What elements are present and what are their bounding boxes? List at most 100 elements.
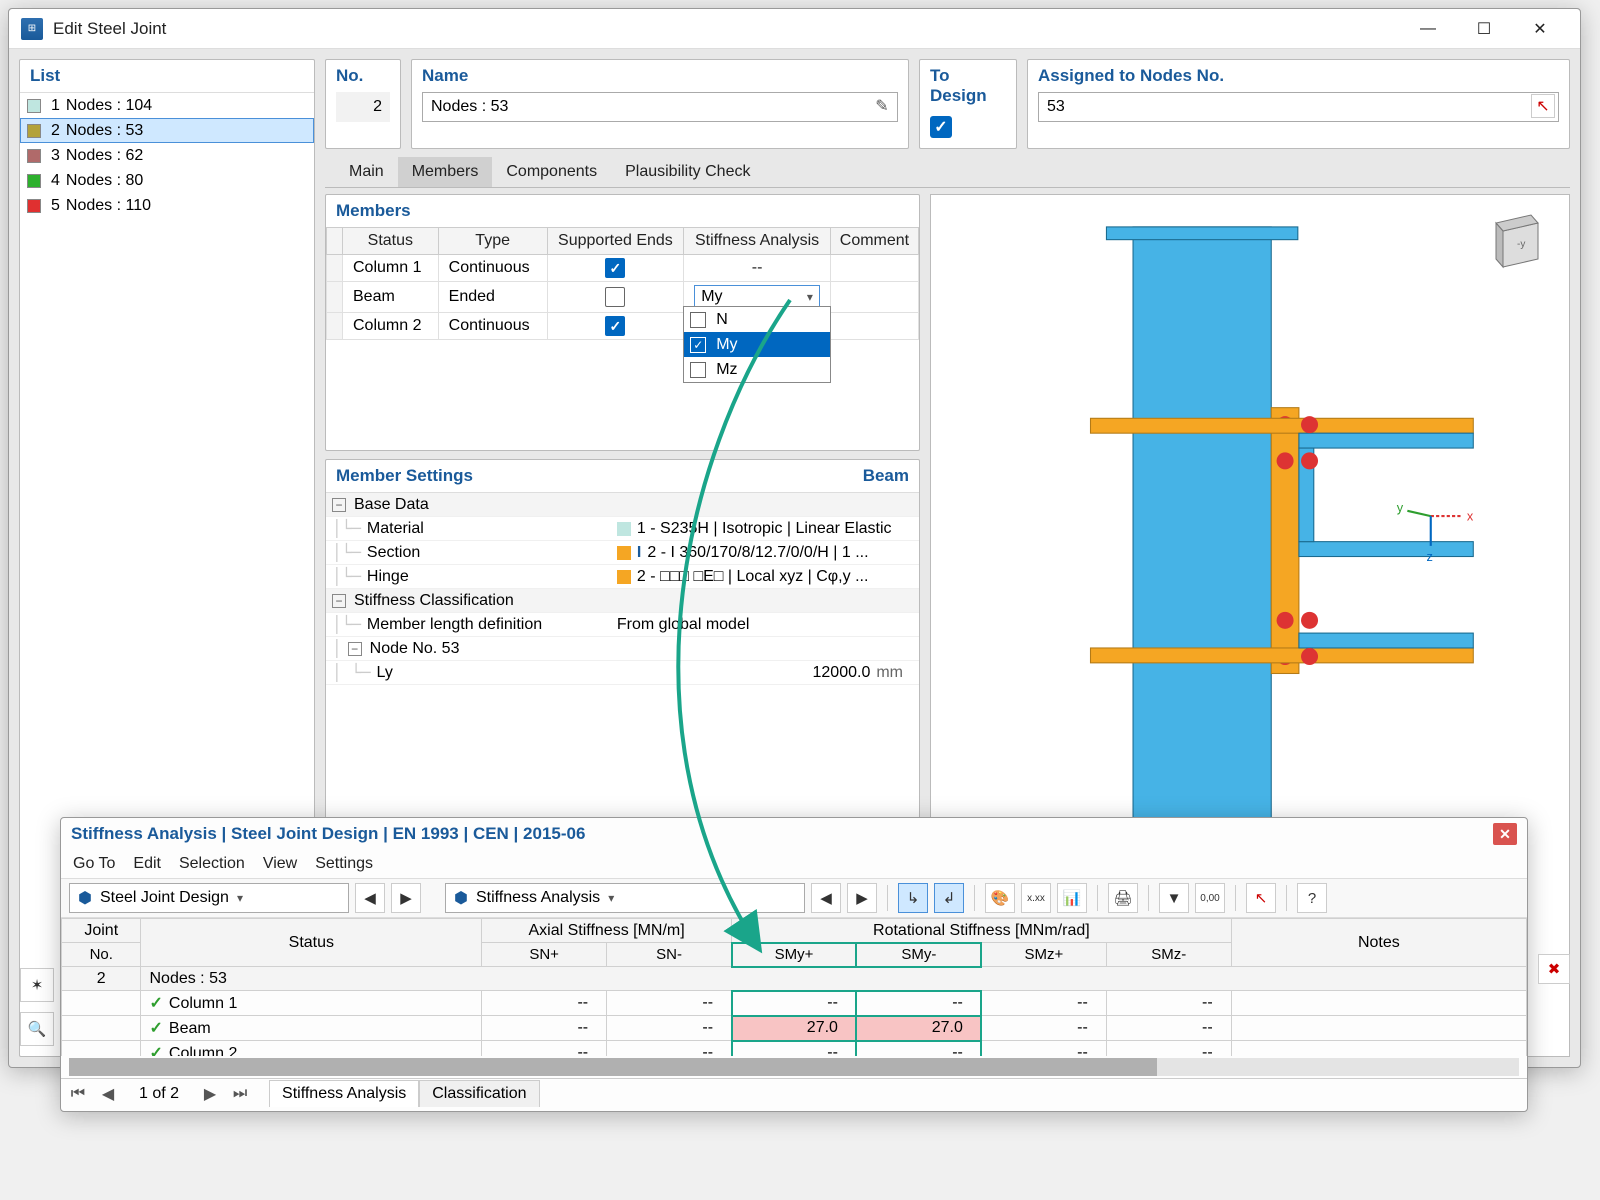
toggle-b-button[interactable]: ↲	[934, 883, 964, 913]
members-table: Status Type Supported Ends Stiffness Ana…	[326, 227, 919, 340]
col-smzp: SMz+	[981, 943, 1106, 967]
result-type-combo[interactable]: ⬢ Stiffness Analysis ▾	[445, 883, 805, 913]
select-in-view-button[interactable]: ↖	[1246, 883, 1276, 913]
col-snm: SN-	[607, 943, 732, 967]
pick-nodes-icon[interactable]: ↖	[1531, 94, 1555, 118]
next-page-button[interactable]: ▶	[199, 1083, 221, 1105]
table-row[interactable]: ✓Column 2 ---- -- -- ----	[62, 1041, 1527, 1057]
hdr-axial: Axial Stiffness [MN/m]	[482, 919, 732, 943]
search-button[interactable]: 🔍	[20, 1012, 54, 1046]
menu-settings[interactable]: Settings	[315, 855, 373, 873]
next-result-button[interactable]: ▶	[847, 883, 877, 913]
filter-button[interactable]: ▼	[1159, 883, 1189, 913]
horizontal-scrollbar[interactable]	[69, 1058, 1519, 1076]
base-data-label: Base Data	[354, 496, 429, 514]
app-icon: ⊞	[21, 18, 43, 40]
col-smyp: SMy+	[732, 943, 857, 967]
help-button[interactable]: ?	[1297, 883, 1327, 913]
prev-page-button[interactable]: ◀	[97, 1083, 119, 1105]
table-row[interactable]: 2Nodes : 53	[62, 967, 1527, 991]
svg-text:y: y	[1397, 500, 1404, 515]
dropdown-option[interactable]: My	[684, 332, 830, 357]
titlebar: ⊞ Edit Steel Joint — ☐ ✕	[9, 9, 1580, 49]
design-type-combo[interactable]: ⬢ Steel Joint Design ▾	[69, 883, 349, 913]
name-field[interactable]	[422, 92, 898, 122]
tab-plausibility-check[interactable]: Plausibility Check	[611, 157, 764, 187]
close-button[interactable]: ✕	[1512, 10, 1568, 48]
list-item[interactable]: 2Nodes : 53	[20, 118, 314, 143]
print-button[interactable]: 🖨	[1108, 883, 1138, 913]
colors-button[interactable]: 🎨	[985, 883, 1015, 913]
prev-design-button[interactable]: ◀	[355, 883, 385, 913]
decimals-button[interactable]: x.xx	[1021, 883, 1051, 913]
to-design-checkbox[interactable]	[930, 116, 952, 138]
first-page-button[interactable]: ⏮	[67, 1083, 89, 1105]
menu-selection[interactable]: Selection	[179, 855, 245, 873]
expand-base-data[interactable]: −	[332, 498, 346, 512]
menu-view[interactable]: View	[263, 855, 297, 873]
maximize-button[interactable]: ☐	[1456, 10, 1512, 48]
toggle-a-button[interactable]: ↳	[898, 883, 928, 913]
units-button[interactable]: 0,00	[1195, 883, 1225, 913]
menu-go-to[interactable]: Go To	[73, 855, 115, 873]
edit-name-icon[interactable]: ✎	[870, 94, 894, 118]
hdr-joint: Joint	[62, 919, 141, 943]
svg-text:-y: -y	[1517, 239, 1525, 250]
view-cube[interactable]: -y	[1483, 211, 1553, 281]
prev-result-button[interactable]: ◀	[811, 883, 841, 913]
section-value[interactable]: 2 - I 360/170/8/12.7/0/0/H | 1 ...	[647, 544, 868, 562]
list-item[interactable]: 3Nodes : 62	[20, 143, 314, 168]
sub-window-title: Stiffness Analysis | Steel Joint Design …	[71, 824, 585, 844]
svg-text:z: z	[1427, 549, 1433, 564]
col-comment: Comment	[830, 228, 918, 255]
expand-stiff-class[interactable]: −	[332, 594, 346, 608]
window-title: Edit Steel Joint	[53, 19, 1400, 39]
tab-members[interactable]: Members	[398, 157, 493, 187]
export-excel-button[interactable]: 📊	[1057, 883, 1087, 913]
col-type: Type	[438, 228, 547, 255]
tab-main[interactable]: Main	[335, 157, 398, 187]
minimize-button[interactable]: —	[1400, 10, 1456, 48]
menu-edit[interactable]: Edit	[133, 855, 161, 873]
hinge-label: Hinge	[367, 568, 617, 586]
dropdown-option[interactable]: N	[684, 307, 830, 332]
len-def-value[interactable]: From global model	[617, 616, 750, 634]
col-supported: Supported Ends	[547, 228, 684, 255]
page-indicator: 1 of 2	[139, 1085, 179, 1103]
table-row[interactable]: ✓Beam ---- 27.0 27.0 ----	[62, 1016, 1527, 1041]
material-label: Material	[367, 520, 617, 538]
new-item-button[interactable]: ✶	[20, 968, 54, 1002]
name-label: Name	[422, 66, 898, 86]
assigned-label: Assigned to Nodes No.	[1038, 66, 1559, 86]
subtab-stiffness-analysis[interactable]: Stiffness Analysis	[269, 1080, 419, 1107]
stiffness-analysis-window: Stiffness Analysis | Steel Joint Design …	[60, 817, 1528, 1112]
material-value[interactable]: 1 - S235H | Isotropic | Linear Elastic	[637, 520, 892, 538]
table-row[interactable]: BeamEnded My▾NMyMz	[327, 282, 919, 313]
supported-checkbox[interactable]	[605, 287, 625, 307]
sub-close-button[interactable]: ✕	[1493, 823, 1517, 845]
subtab-classification[interactable]: Classification	[419, 1080, 539, 1107]
svg-text:x: x	[1467, 508, 1474, 523]
tab-bar: MainMembersComponentsPlausibility Check	[325, 157, 1570, 188]
assigned-nodes-field[interactable]	[1038, 92, 1559, 122]
list-item[interactable]: 4Nodes : 80	[20, 168, 314, 193]
hdr-rotational: Rotational Stiffness [MNm/rad]	[732, 919, 1232, 943]
section-label: Section	[367, 544, 617, 562]
list-item[interactable]: 1Nodes : 104	[20, 93, 314, 118]
ly-value[interactable]: 12000.0	[813, 664, 871, 682]
table-row[interactable]: Column 1Continuous --	[327, 255, 919, 282]
last-page-button[interactable]: ⏭	[229, 1083, 251, 1105]
hinge-value[interactable]: 2 - □□□ □E□ | Local xyz | Cφ,y ...	[637, 568, 869, 586]
list-item[interactable]: 5Nodes : 110	[20, 193, 314, 218]
clear-selection-button[interactable]: ✖	[1538, 954, 1570, 984]
next-design-button[interactable]: ▶	[391, 883, 421, 913]
tab-components[interactable]: Components	[492, 157, 611, 187]
len-def-label: Member length definition	[367, 616, 617, 634]
node-label: Node No. 53	[370, 640, 460, 658]
supported-checkbox[interactable]	[605, 258, 625, 278]
expand-node-53[interactable]: −	[348, 642, 362, 656]
members-header: Members	[326, 195, 919, 227]
supported-checkbox[interactable]	[605, 316, 625, 336]
dropdown-option[interactable]: Mz	[684, 357, 830, 382]
table-row[interactable]: ✓Column 1 ---- -- -- ----	[62, 991, 1527, 1016]
